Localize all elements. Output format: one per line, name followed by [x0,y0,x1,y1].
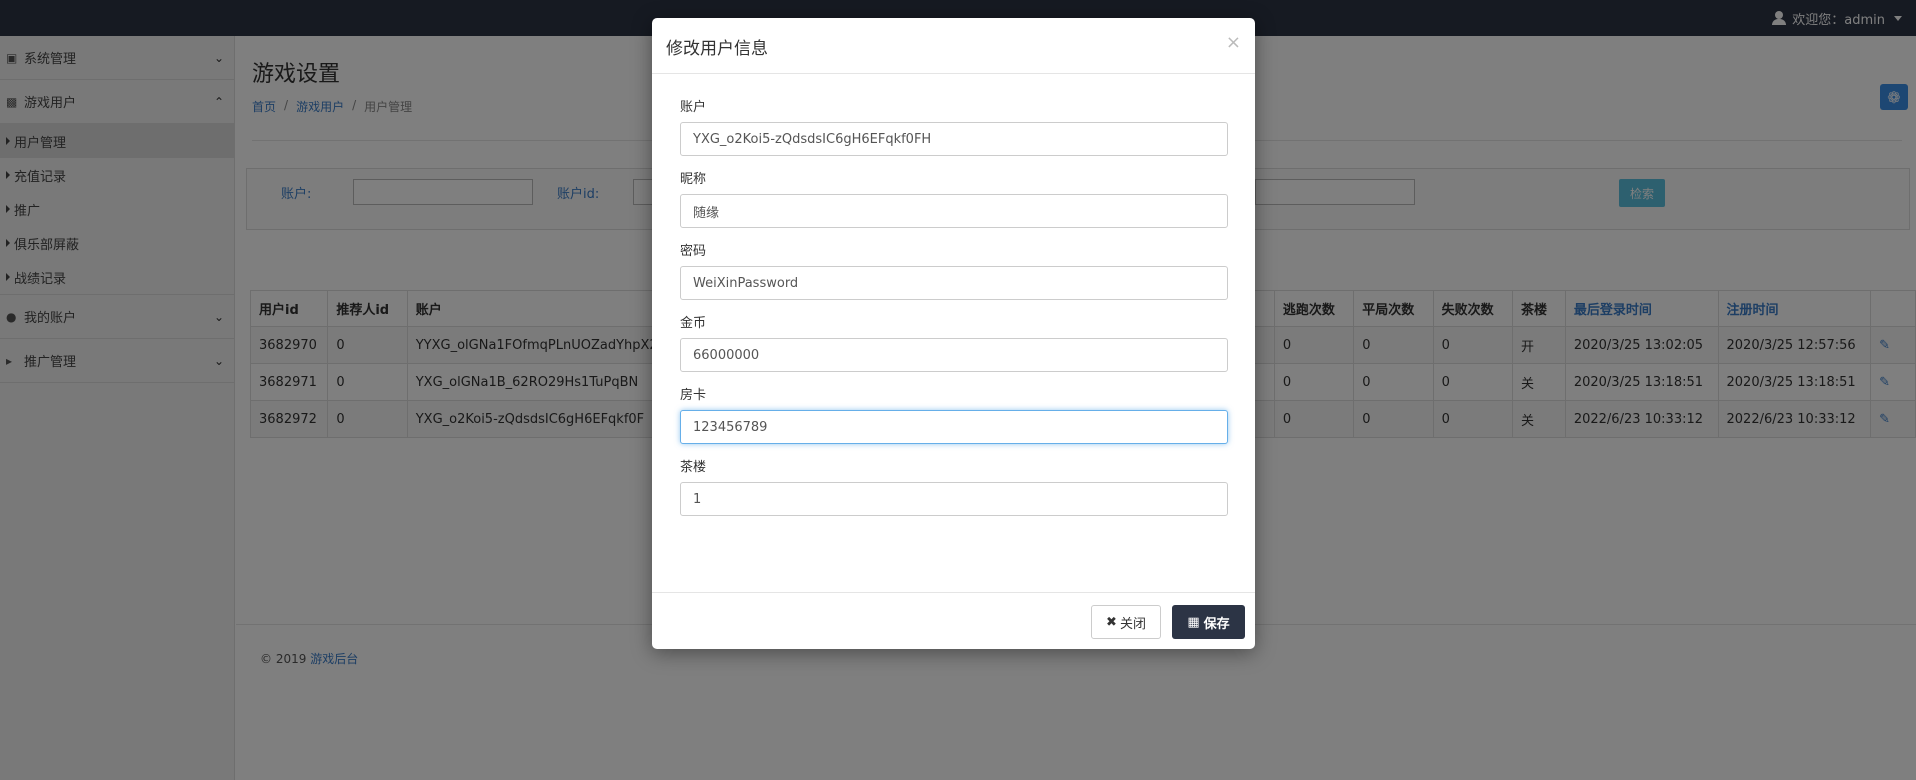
save-button[interactable]: ▦ 保存 [1172,605,1245,639]
gold-field-group: 金币 [680,316,1228,372]
password-field-group: 密码 [680,244,1228,300]
teahouse-input[interactable] [680,482,1228,516]
close-button-label: 关闭 [1119,616,1146,632]
modal-body: 账户 昵称 密码 金币 房卡 茶楼 [680,100,1228,532]
teahouse-label: 茶楼 [680,460,707,475]
room-card-label: 房卡 [680,388,707,403]
password-input[interactable] [680,266,1228,300]
gold-input[interactable] [680,338,1228,372]
nickname-field-group: 昵称 [680,172,1228,228]
nickname-input[interactable] [680,194,1228,228]
floppy-disk-icon: ▦ [1187,614,1200,630]
modal-header: 修改用户信息 × [652,18,1255,74]
teahouse-field-group: 茶楼 [680,460,1228,516]
nickname-label: 昵称 [680,172,707,187]
account-field-group: 账户 [680,100,1228,156]
save-button-label: 保存 [1203,616,1230,632]
gold-label: 金币 [680,316,707,331]
password-label: 密码 [680,244,707,259]
close-icon[interactable]: × [1226,32,1241,53]
room-card-input[interactable] [680,410,1228,444]
modal-footer: ✖ 关闭 ▦ 保存 [652,592,1255,649]
modal-title: 修改用户信息 [666,39,768,59]
edit-user-modal: 修改用户信息 × 账户 昵称 密码 金币 房卡 茶楼 ✖ [652,18,1255,649]
room-card-field-group: 房卡 [680,388,1228,444]
close-button[interactable]: ✖ 关闭 [1091,605,1161,639]
account-input[interactable] [680,122,1228,156]
x-mark-icon: ✖ [1106,614,1117,630]
account-label: 账户 [680,100,707,115]
